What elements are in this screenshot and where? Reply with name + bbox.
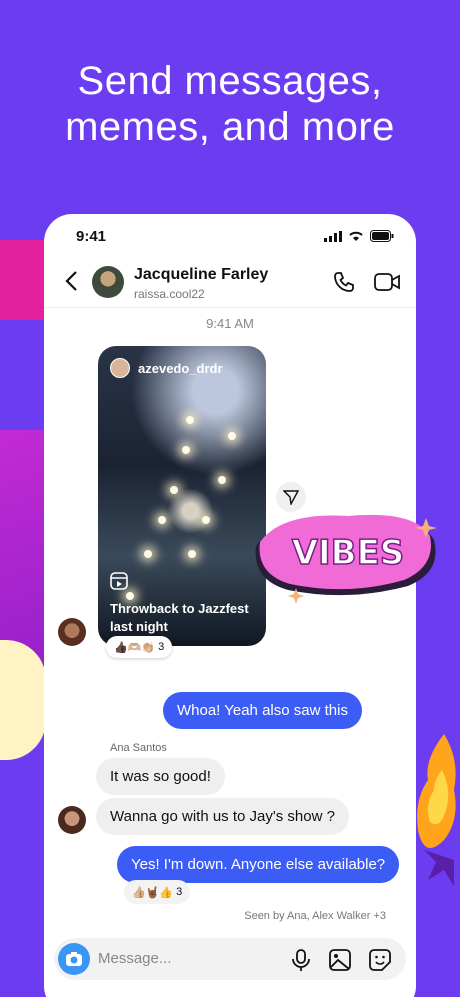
reaction-count: 3 [176,886,183,898]
message-composer[interactable]: Message... [54,938,406,980]
decorative-shape [0,640,46,760]
message-bubble-out[interactable]: Whoa! Yeah also saw this [163,692,362,729]
avatar[interactable] [58,618,86,646]
battery-icon [370,230,394,242]
contact-handle: raissa.cool22 [134,287,205,301]
reel-username: azevedo_drdr [138,360,223,376]
message-bubble-in[interactable]: Wanna go with us to Jay's show ? [96,798,349,835]
message-timestamp: 9:41 AM [206,316,254,331]
reaction-bar[interactable]: 👍🏿🫶🏼👏🏼 3 [106,636,173,658]
decorative-shape [0,240,46,320]
message-input[interactable]: Message... [98,950,171,967]
phone-call-icon[interactable] [332,270,356,294]
camera-icon [66,952,82,966]
reel-caption: Throwback to Jazzfest last night [110,601,249,634]
reel-user-avatar [110,358,130,378]
send-icon [283,490,299,505]
flame-sticker [417,734,456,886]
shared-reel[interactable]: azevedo_drdr Throwback to Jazzfest last … [98,346,266,646]
message-bubble-out[interactable]: Yes! I'm down. Anyone else available? [117,846,400,883]
headline-line-1: Send messages, [77,59,383,103]
back-arrow-icon[interactable] [60,268,84,294]
vibes-sticker: VIBES [255,514,437,604]
avatar[interactable] [92,266,124,298]
seen-receipt: Seen by Ana, Alex Walker +3 [244,910,386,922]
reaction-emojis: 👍🏿🫶🏼👏🏼 [114,641,156,654]
sticker-icon[interactable] [368,948,392,972]
reaction-count: 3 [158,641,165,653]
headline: Send messages, memes, and more [0,58,460,150]
message-bubble-in[interactable]: It was so good! [96,758,225,795]
video-call-icon[interactable] [374,270,400,294]
microphone-icon[interactable] [290,948,312,972]
reaction-emojis: 👍🏼🤘🏾👍 [132,886,174,899]
reels-icon [110,572,128,590]
avatar[interactable] [58,806,86,834]
signal-icon [324,230,342,242]
chat-header: Jacqueline Farley raissa.cool22 [44,256,416,308]
sender-name: Ana Santos [110,742,167,754]
reaction-bar[interactable]: 👍🏼🤘🏾👍 3 [124,880,191,904]
gallery-icon[interactable] [328,948,352,972]
contact-name[interactable]: Jacqueline Farley [134,266,268,284]
status-time: 9:41 [76,228,107,245]
wifi-icon [349,231,363,241]
status-bar: 9:41 [44,214,416,256]
camera-button[interactable] [58,943,90,975]
headline-line-2: memes, and more [65,105,395,149]
vibes-sticker-text: VIBES [292,533,405,573]
